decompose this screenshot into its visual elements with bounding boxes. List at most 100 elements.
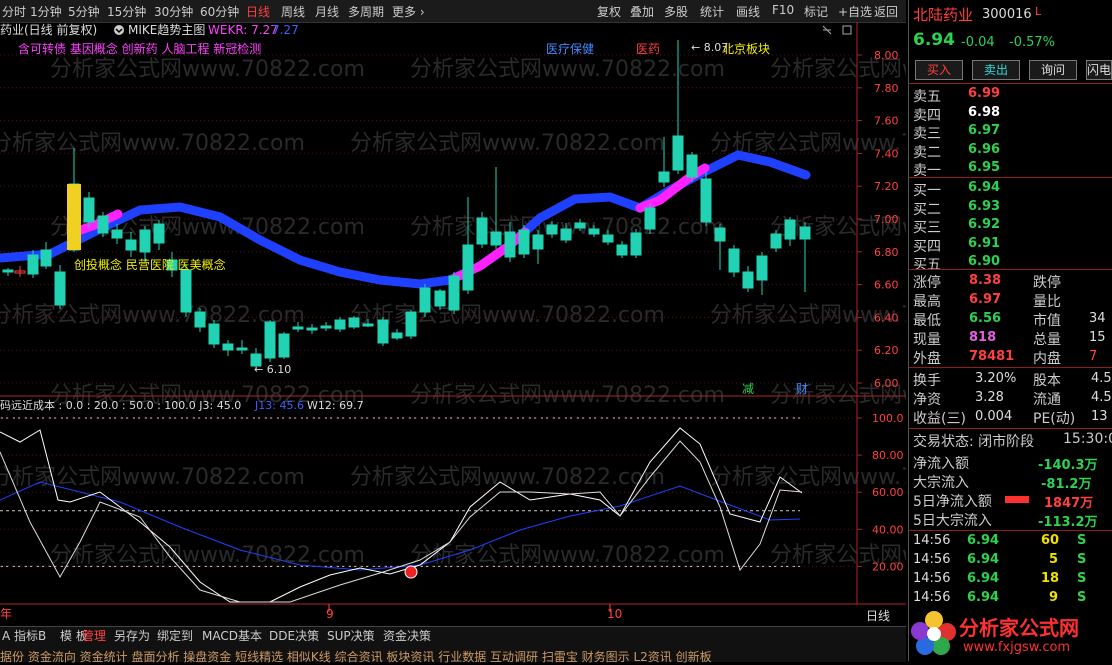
maximize-icon[interactable] bbox=[842, 25, 852, 35]
price-tick-label: 7.40 bbox=[874, 147, 899, 160]
finance-mark[interactable]: 财 bbox=[796, 382, 808, 396]
tick-volume: 60 bbox=[1041, 533, 1060, 548]
tick-volume: 9 bbox=[1049, 590, 1059, 605]
candle-body bbox=[644, 207, 656, 230]
stat-label: 外盘 bbox=[913, 351, 941, 367]
candle-body bbox=[83, 197, 95, 223]
btn-add-watchlist[interactable]: +自选 bbox=[838, 3, 872, 20]
tab-1min[interactable]: 1分钟 bbox=[30, 3, 62, 20]
stat-value: 6.97 bbox=[969, 292, 1002, 307]
sub-tick-label: 80.00 bbox=[872, 449, 904, 462]
candle-body bbox=[756, 255, 768, 281]
tab-5min[interactable]: 5分钟 bbox=[68, 3, 100, 20]
candle-body bbox=[292, 326, 304, 330]
tab-save-as[interactable]: 另存为 bbox=[112, 627, 152, 643]
tab-indicator-b[interactable]: A 指标B bbox=[0, 627, 48, 643]
watermark-text: 分析家公式网www.70822.com bbox=[0, 131, 305, 156]
tab-manage[interactable]: 管理 bbox=[80, 627, 108, 643]
candle-body bbox=[799, 226, 811, 240]
flash-button[interactable]: 闪电 bbox=[1086, 60, 1112, 80]
tab-more[interactable]: 更多 › bbox=[392, 3, 425, 20]
ask-label: 卖二 bbox=[913, 144, 941, 161]
tab-30min[interactable]: 30分钟 bbox=[154, 3, 193, 20]
tab-multi-period[interactable]: 多周期 bbox=[348, 3, 384, 20]
bid-label: 买五 bbox=[913, 257, 941, 273]
minimize-icon[interactable] bbox=[822, 25, 832, 35]
bid-label: 买一 bbox=[913, 183, 941, 199]
tab-fund[interactable]: 资金决策 bbox=[381, 627, 433, 643]
tab-15min[interactable]: 15分钟 bbox=[107, 3, 146, 20]
wekr-value: 7.27 bbox=[272, 23, 299, 37]
logo-url: www.fxjgsw.com bbox=[963, 640, 1071, 655]
candle-body bbox=[111, 229, 123, 239]
ask-label: 卖四 bbox=[913, 107, 941, 124]
w12-value: W12: 69.7 bbox=[307, 399, 364, 412]
tab-macd[interactable]: MACD基本 bbox=[200, 627, 264, 643]
candle-body bbox=[264, 321, 276, 359]
indicator-menu-icon[interactable] bbox=[114, 25, 124, 35]
btn-f10[interactable]: F10 bbox=[772, 3, 794, 17]
candle-body bbox=[616, 244, 628, 256]
stock-code: 300016 bbox=[982, 7, 1032, 22]
candle-body bbox=[784, 219, 796, 240]
tick-price: 6.94 bbox=[967, 552, 1000, 567]
candle-body bbox=[153, 223, 165, 244]
stock-name: 北陆药业 bbox=[913, 6, 974, 24]
buy-button[interactable]: 买入 bbox=[915, 60, 963, 80]
tab-daily[interactable]: 日线 bbox=[246, 3, 270, 20]
info-tab-strip[interactable]: 据份 资金流向 资金统计 盘面分析 操盘资金 短线精选 相似K线 综合资讯 板块… bbox=[0, 648, 906, 665]
btn-mark[interactable]: 标记 bbox=[804, 3, 828, 20]
stat-value: 3.28 bbox=[975, 390, 1004, 405]
candle-body bbox=[672, 135, 684, 171]
stat-value: 7 bbox=[1089, 349, 1098, 364]
tab-bind-to[interactable]: 绑定到 bbox=[155, 627, 195, 643]
stat-label: 总量 bbox=[1033, 332, 1061, 348]
candle-body bbox=[180, 269, 192, 313]
tab-more-label: 更多 bbox=[392, 5, 417, 19]
candle-body bbox=[504, 231, 516, 258]
kline-chart[interactable]: 分析家公式网www.70822.com 分析家公式网www.70822.com 分析… bbox=[0, 22, 906, 626]
stat-label: 最高 bbox=[913, 294, 941, 310]
flow-value: -113.2万 bbox=[1038, 515, 1098, 530]
candle-body bbox=[518, 229, 530, 255]
stat-label: 收益(三) bbox=[913, 411, 966, 427]
tab-60min[interactable]: 60分钟 bbox=[200, 3, 239, 20]
divider bbox=[909, 367, 1112, 368]
price-tick-label: 6.00 bbox=[874, 377, 899, 390]
candle-body bbox=[686, 154, 698, 178]
tick-side: S bbox=[1077, 571, 1087, 586]
tab-monthly[interactable]: 月线 bbox=[315, 3, 339, 20]
divider bbox=[909, 530, 1112, 531]
stat-label: 内盘 bbox=[1033, 351, 1061, 367]
btn-multi-stock[interactable]: 多股 bbox=[664, 3, 688, 20]
tab-weekly[interactable]: 周线 bbox=[281, 3, 305, 20]
bid-price: 6.91 bbox=[968, 235, 1001, 251]
indicator-name[interactable]: MIKE趋势主图 bbox=[128, 23, 205, 37]
ask-price: 6.96 bbox=[968, 141, 1001, 157]
btn-restore-rights[interactable]: 复权 bbox=[597, 3, 621, 20]
reduce-mark[interactable]: 减 bbox=[742, 382, 754, 396]
ask-label: 卖三 bbox=[913, 126, 941, 142]
candle-body bbox=[574, 222, 586, 229]
inquiry-button[interactable]: 询问 bbox=[1029, 60, 1077, 80]
candle-body bbox=[139, 229, 151, 253]
sell-button[interactable]: 卖出 bbox=[972, 60, 1020, 80]
candle-body bbox=[208, 323, 220, 345]
tab-sup[interactable]: SUP决策 bbox=[325, 627, 377, 643]
tick-time: 14:56 bbox=[913, 590, 951, 605]
btn-draw-line[interactable]: 画线 bbox=[736, 3, 760, 20]
tab-dde[interactable]: DDE决策 bbox=[267, 627, 321, 643]
btn-back[interactable]: 返回 bbox=[874, 3, 898, 20]
stat-label: 现量 bbox=[913, 332, 941, 348]
candle-body bbox=[222, 343, 234, 351]
flow-label: 5日大宗流入 bbox=[913, 513, 992, 529]
tab-fenshi[interactable]: 分时 bbox=[2, 3, 26, 20]
bid-price: 6.90 bbox=[968, 254, 1001, 269]
btn-overlay[interactable]: 叠加 bbox=[630, 3, 654, 20]
candle-body bbox=[419, 287, 431, 313]
stat-value: 8.38 bbox=[969, 273, 1002, 288]
price-change: -0.04 bbox=[961, 35, 995, 50]
market-flag: L bbox=[1035, 5, 1042, 18]
btn-statistics[interactable]: 统计 bbox=[700, 3, 724, 20]
bid-label: 买四 bbox=[913, 238, 941, 255]
